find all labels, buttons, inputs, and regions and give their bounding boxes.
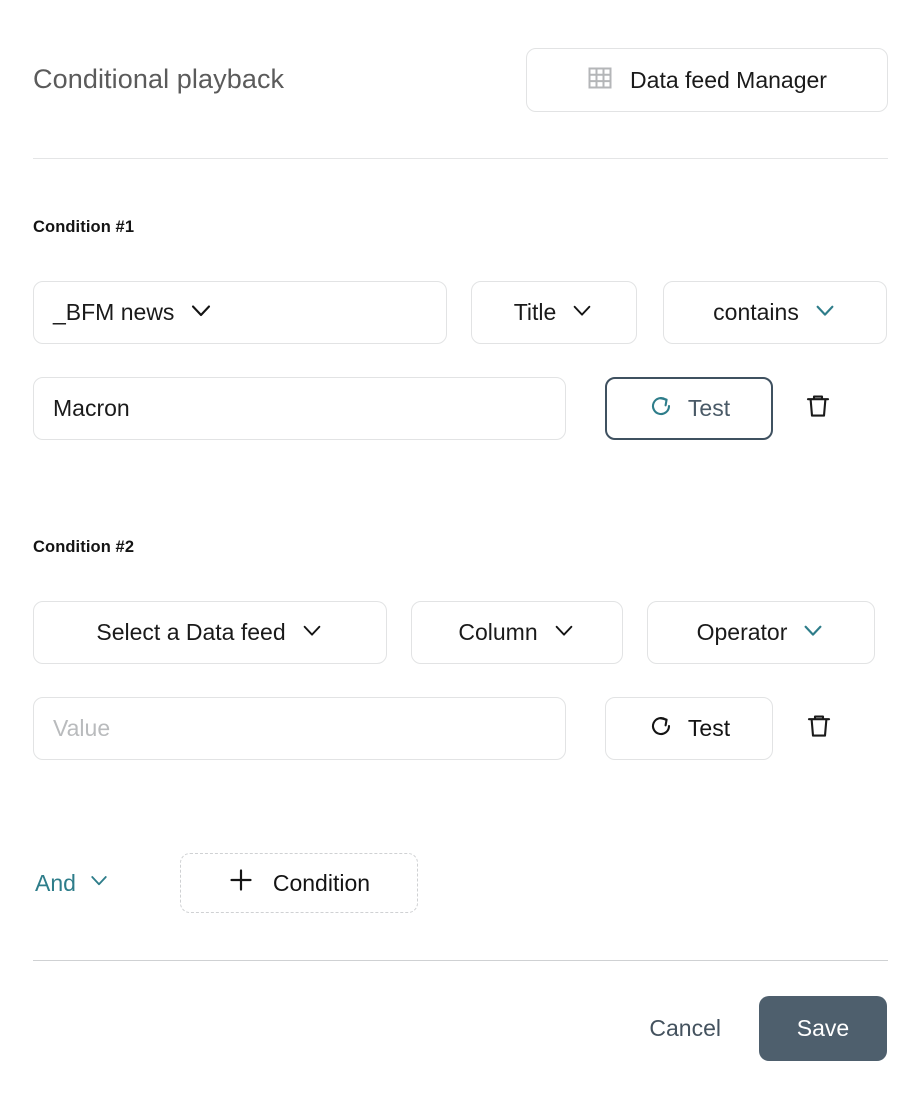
- data-feed-manager-button[interactable]: Data feed Manager: [526, 48, 888, 112]
- plus-icon: [228, 867, 254, 899]
- header-divider: [33, 158, 888, 159]
- condition-1-test-button[interactable]: Test: [605, 377, 773, 440]
- condition-1-operator-value: contains: [713, 299, 799, 326]
- chevron-down-icon: [300, 618, 324, 648]
- condition-1-value-row: Test: [33, 377, 844, 440]
- condition-1-delete-button[interactable]: [792, 383, 844, 435]
- condition-1-feed-select[interactable]: _BFM news: [33, 281, 447, 344]
- condition-2-operator-value: Operator: [697, 619, 788, 646]
- chevron-down-icon: [552, 618, 576, 648]
- chevron-down-icon: [570, 298, 594, 328]
- trash-icon: [805, 712, 833, 745]
- condition-1-feed-value: _BFM news: [53, 299, 174, 326]
- condition-1-column-select[interactable]: Title: [471, 281, 637, 344]
- condition-2-delete-button[interactable]: [793, 703, 845, 755]
- condition-1-label: Condition #1: [33, 218, 134, 237]
- add-condition-button[interactable]: Condition: [180, 853, 418, 913]
- cancel-button[interactable]: Cancel: [635, 1005, 735, 1052]
- page-title: Conditional playback: [33, 65, 284, 95]
- grid-icon: [587, 65, 613, 96]
- logic-operator-select[interactable]: And: [33, 863, 112, 903]
- chevron-down-icon: [88, 869, 110, 897]
- condition-2-value-row: Test: [33, 697, 845, 760]
- condition-2-test-label: Test: [688, 715, 730, 742]
- dialog-header: Conditional playback Data feed Manager: [33, 48, 888, 112]
- condition-1-column-value: Title: [514, 299, 557, 326]
- condition-2-operator-select[interactable]: Operator: [647, 601, 875, 664]
- condition-2-value-input[interactable]: [33, 697, 566, 760]
- add-condition-label: Condition: [273, 870, 370, 897]
- condition-2-test-button[interactable]: Test: [605, 697, 773, 760]
- chevron-down-icon: [801, 618, 825, 648]
- trash-icon: [804, 392, 832, 425]
- condition-logic-controls: And Condition: [33, 853, 418, 913]
- condition-1-selectors-row: _BFM news Title contains: [33, 281, 887, 344]
- data-feed-manager-label: Data feed Manager: [630, 67, 827, 94]
- refresh-icon: [648, 713, 674, 745]
- footer-divider: [33, 960, 888, 961]
- condition-1-test-label: Test: [688, 395, 730, 422]
- condition-2-feed-select[interactable]: Select a Data feed: [33, 601, 387, 664]
- logic-operator-label: And: [35, 870, 76, 897]
- chevron-down-icon: [813, 298, 837, 328]
- condition-2-column-select[interactable]: Column: [411, 601, 623, 664]
- save-button[interactable]: Save: [759, 996, 887, 1061]
- conditional-playback-dialog: Conditional playback Data feed Manager C…: [0, 0, 920, 1100]
- condition-2-column-value: Column: [458, 619, 537, 646]
- dialog-actions: Cancel Save: [635, 996, 887, 1061]
- condition-2-label: Condition #2: [33, 538, 134, 557]
- refresh-icon: [648, 393, 674, 425]
- condition-1-operator-select[interactable]: contains: [663, 281, 887, 344]
- condition-2-selectors-row: Select a Data feed Column Operator: [33, 601, 875, 664]
- chevron-down-icon: [188, 297, 214, 329]
- condition-2-feed-value: Select a Data feed: [96, 619, 285, 646]
- condition-1-value-input[interactable]: [33, 377, 566, 440]
